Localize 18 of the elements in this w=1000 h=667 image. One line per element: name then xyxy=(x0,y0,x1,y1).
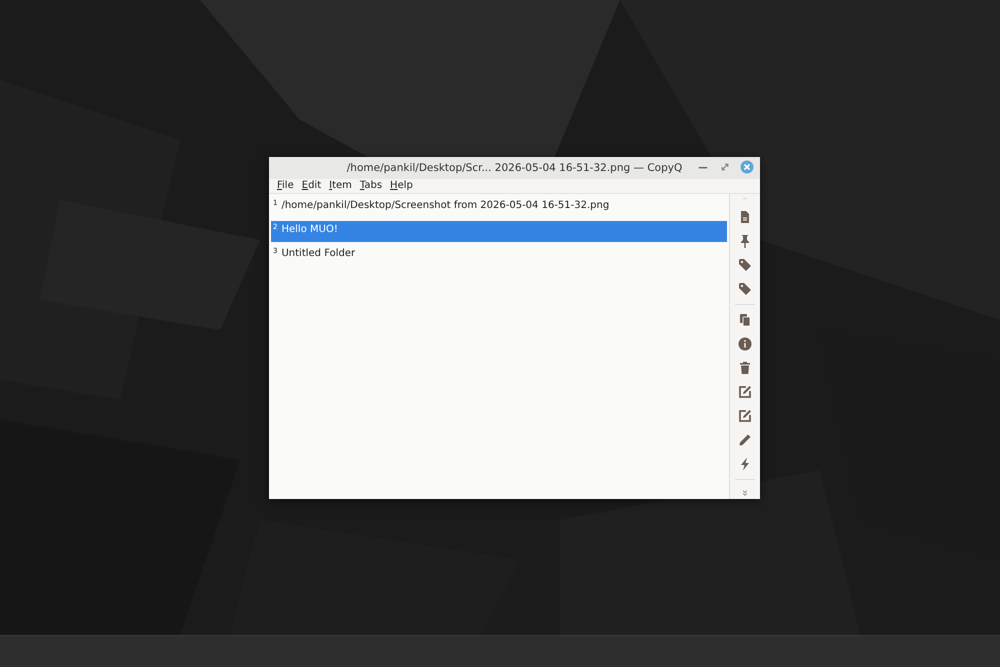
menu-item[interactable]: Tabs xyxy=(356,179,386,193)
trash-icon[interactable] xyxy=(737,360,753,376)
menu-item[interactable]: Edit xyxy=(298,179,326,193)
menu-item[interactable]: Help xyxy=(386,179,417,193)
menu-item[interactable]: Item xyxy=(325,179,356,193)
close-icon[interactable] xyxy=(740,160,754,174)
tag-icon[interactable] xyxy=(737,257,753,273)
window-title: /home/pankil/Desktop/Scr... 2026-05-04 16-51-32.png — CopyQ xyxy=(346,162,682,174)
pencil-icon[interactable] xyxy=(737,432,753,448)
info-icon[interactable] xyxy=(737,336,753,352)
copy-icon[interactable] xyxy=(737,312,753,328)
edit-icon[interactable] xyxy=(737,384,753,400)
item-text: Untitled Folder xyxy=(280,247,356,261)
menu-item[interactable]: File xyxy=(273,179,298,193)
item-text: Hello MUO! xyxy=(280,223,338,237)
tag-icon[interactable] xyxy=(737,281,753,297)
edit-icon[interactable] xyxy=(737,408,753,424)
item-text: /home/pankil/Desktop/Screenshot from 2026-05-04 16-51-32.png xyxy=(280,199,610,213)
